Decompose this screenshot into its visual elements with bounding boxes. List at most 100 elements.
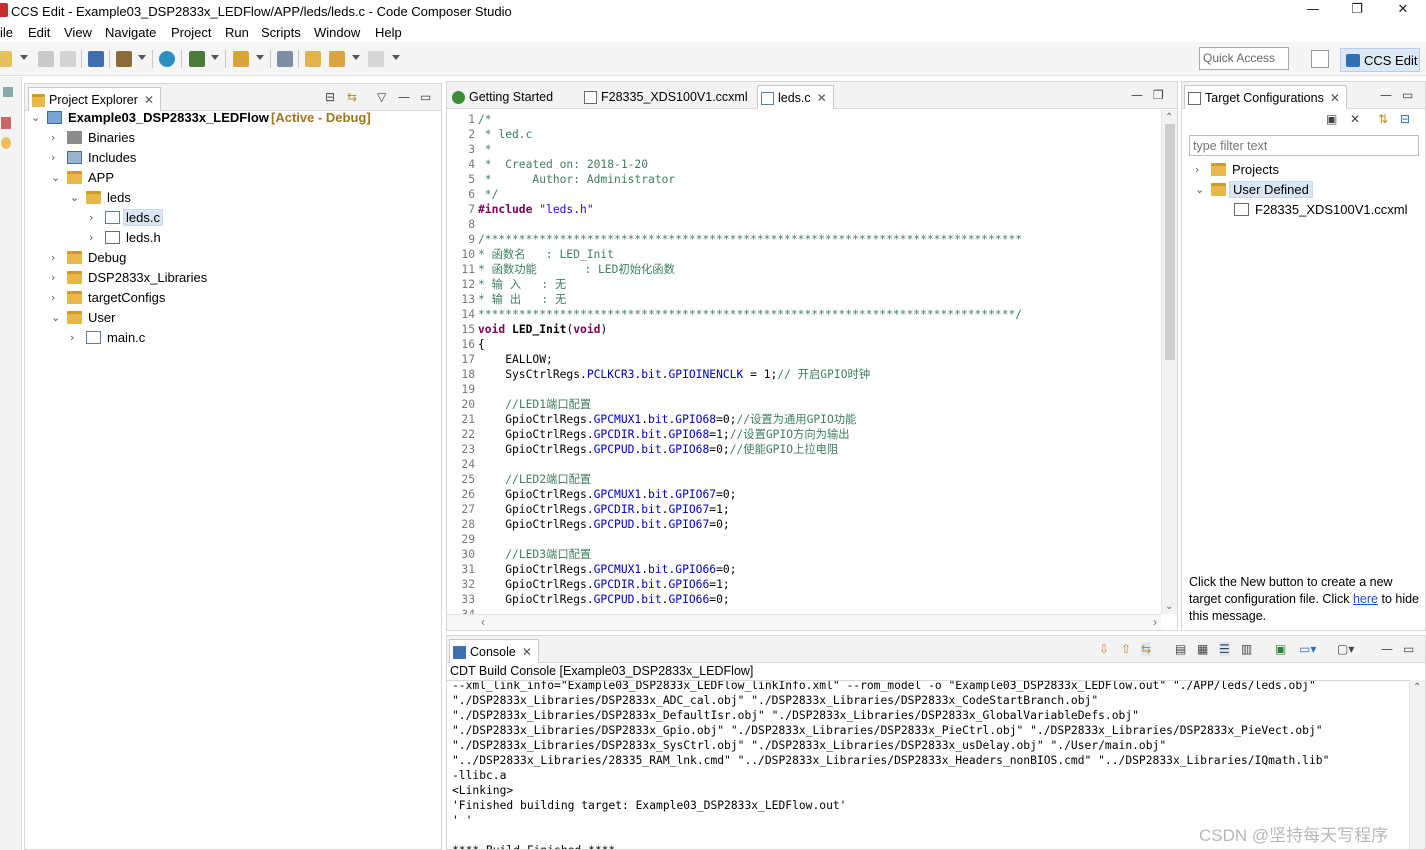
minimize-view-icon[interactable]: — <box>398 90 410 104</box>
flash-dropdown-icon[interactable] <box>256 55 264 60</box>
forward-arrow-icon[interactable] <box>368 51 384 67</box>
refresh-icon[interactable]: ⇅ <box>1378 112 1388 126</box>
tree-item[interactable]: › Includes <box>51 148 251 168</box>
tree-item[interactable]: ⌄ leds <box>70 188 270 208</box>
expand-arrow-icon[interactable]: › <box>51 291 63 304</box>
delete-icon[interactable]: ✕ <box>1350 112 1360 126</box>
menu-window[interactable]: Window <box>314 25 360 40</box>
scroll-lock-icon[interactable]: ⇆ <box>1141 642 1152 656</box>
menu-edit[interactable]: Edit <box>28 25 50 40</box>
restore-editor-icon[interactable]: ❐ <box>1153 88 1164 102</box>
console-vertical-scrollbar[interactable]: ⌃ <box>1409 680 1425 849</box>
tree-project-root[interactable]: ⌄ Example03_DSP2833x_LEDFlow [Active - D… <box>31 108 431 128</box>
tab-console[interactable]: Console ✕ <box>449 639 539 663</box>
expand-arrow-icon[interactable]: › <box>89 231 101 244</box>
menu-file[interactable]: ile <box>0 25 13 40</box>
minimize-editor-icon[interactable]: — <box>1131 88 1143 102</box>
debug-bug-icon[interactable] <box>189 51 205 67</box>
tree-item[interactable]: ⌄ APP <box>51 168 251 188</box>
menu-run[interactable]: Run <box>225 25 249 40</box>
close-tab-icon[interactable]: ✕ <box>1330 91 1340 105</box>
expand-arrow-icon[interactable]: ⌄ <box>51 171 63 184</box>
minimize-button[interactable]: — <box>1290 0 1336 22</box>
build-hammer-icon[interactable] <box>116 51 132 67</box>
tree-item[interactable]: › Binaries <box>51 128 251 148</box>
new-dropdown-icon[interactable] <box>20 55 28 60</box>
build-dropdown-icon[interactable] <box>138 55 146 60</box>
expand-arrow-icon[interactable]: ⌄ <box>51 311 63 324</box>
open-console-icon[interactable]: ▭▾ <box>1299 642 1316 656</box>
trim-icon[interactable] <box>1 137 11 149</box>
debug-dropdown-icon[interactable] <box>211 55 219 60</box>
new-target-config-icon[interactable]: ▣ <box>1326 112 1337 126</box>
menu-project[interactable]: Project <box>171 25 211 40</box>
expand-arrow-icon[interactable]: › <box>51 151 63 164</box>
scroll-left-icon[interactable]: ‹ <box>481 615 485 629</box>
expand-arrow-icon[interactable]: ⌄ <box>70 191 82 204</box>
trim-icon[interactable] <box>1 117 11 129</box>
expand-arrow-icon[interactable]: › <box>70 331 82 344</box>
tree-item-ccxml[interactable]: F28335_XDS100V1.ccxml <box>1218 200 1423 220</box>
maximize-view-icon[interactable]: ▭ <box>420 90 431 104</box>
maximize-view-icon[interactable]: ▭ <box>1402 88 1413 102</box>
forward-dropdown-icon[interactable] <box>392 55 400 60</box>
tree-item[interactable]: › leds.h <box>89 228 289 248</box>
view-menu-icon[interactable]: ▽ <box>377 90 386 104</box>
maximize-button[interactable]: ❐ <box>1334 0 1380 22</box>
menu-navigate[interactable]: Navigate <box>105 25 156 40</box>
tree-item[interactable]: › Debug <box>51 248 251 268</box>
collapse-all-icon[interactable]: ⊟ <box>325 90 335 104</box>
new-console-icon[interactable]: ▢▾ <box>1337 642 1354 656</box>
close-window-button[interactable]: ✕ <box>1380 0 1426 22</box>
back-dropdown-icon[interactable] <box>352 55 360 60</box>
next-error-icon[interactable]: ⇩ <box>1099 642 1109 656</box>
maximize-view-icon[interactable]: ▭ <box>1403 642 1414 656</box>
tree-item[interactable]: › DSP2833x_Libraries <box>51 268 251 288</box>
new-icon[interactable] <box>0 51 12 67</box>
minimize-view-icon[interactable]: — <box>1381 642 1393 656</box>
memory-browser-icon[interactable] <box>277 51 293 67</box>
save-all-icon[interactable] <box>60 51 76 67</box>
scroll-up-icon[interactable]: ⌃ <box>1413 682 1421 693</box>
scroll-up-icon[interactable]: ⌃ <box>1165 112 1173 123</box>
expand-arrow-icon[interactable]: ⌄ <box>1195 183 1207 196</box>
display-console-icon[interactable]: ▣ <box>1275 642 1286 656</box>
copy-icon[interactable]: ▤ <box>1175 642 1186 656</box>
ccs-edit-perspective-button[interactable]: CCS Edit <box>1340 48 1420 72</box>
flash-icon[interactable] <box>233 51 249 67</box>
minimize-view-icon[interactable]: — <box>1380 88 1392 102</box>
quick-access-input[interactable]: Quick Access <box>1199 47 1289 70</box>
search-icon[interactable] <box>159 51 175 67</box>
expand-arrow-icon[interactable]: › <box>51 131 63 144</box>
save-icon[interactable] <box>38 51 54 67</box>
menu-view[interactable]: View <box>64 25 92 40</box>
tab-getting-started[interactable]: Getting Started <box>449 85 559 109</box>
last-edit-location-icon[interactable] <box>305 51 321 67</box>
hide-message-link[interactable]: here <box>1353 592 1378 606</box>
close-tab-icon[interactable]: ✕ <box>522 645 532 659</box>
close-tab-icon[interactable]: ✕ <box>817 91 827 105</box>
editor-scroll-thumb[interactable] <box>1165 124 1175 360</box>
code-editor[interactable]: 1/* 2 * led.c 3 * 4 * Created on: 2018-1-20… <box>447 110 1177 614</box>
tree-item-projects[interactable]: › Projects <box>1195 160 1395 180</box>
expand-arrow-icon[interactable]: › <box>89 211 101 224</box>
tree-item-user-defined[interactable]: ⌄ User Defined <box>1195 180 1395 200</box>
scroll-down-icon[interactable]: ⌄ <box>1165 601 1173 612</box>
expand-arrow-icon[interactable]: › <box>1195 163 1207 176</box>
back-arrow-icon[interactable] <box>329 51 345 67</box>
word-wrap-icon[interactable]: ☰ <box>1219 642 1230 656</box>
tree-item[interactable]: › targetConfigs <box>51 288 251 308</box>
menu-help[interactable]: Help <box>375 25 402 40</box>
collapse-icon[interactable]: ⊟ <box>1400 112 1410 126</box>
tab-target-configurations[interactable]: Target Configurations ✕ <box>1184 85 1347 109</box>
expand-arrow-icon[interactable]: ⌄ <box>31 111 43 124</box>
close-tab-icon[interactable]: ✕ <box>144 93 154 107</box>
tree-item[interactable]: › leds.c <box>89 208 289 228</box>
previous-error-icon[interactable]: ⇧ <box>1121 642 1131 656</box>
terminal-icon[interactable] <box>88 51 104 67</box>
editor-horizontal-scrollbar[interactable]: ‹ › <box>447 614 1161 630</box>
menu-scripts[interactable]: Scripts <box>261 25 301 40</box>
scroll-right-icon[interactable]: › <box>1153 615 1157 629</box>
expand-arrow-icon[interactable]: › <box>51 251 63 264</box>
expand-arrow-icon[interactable]: › <box>51 271 63 284</box>
